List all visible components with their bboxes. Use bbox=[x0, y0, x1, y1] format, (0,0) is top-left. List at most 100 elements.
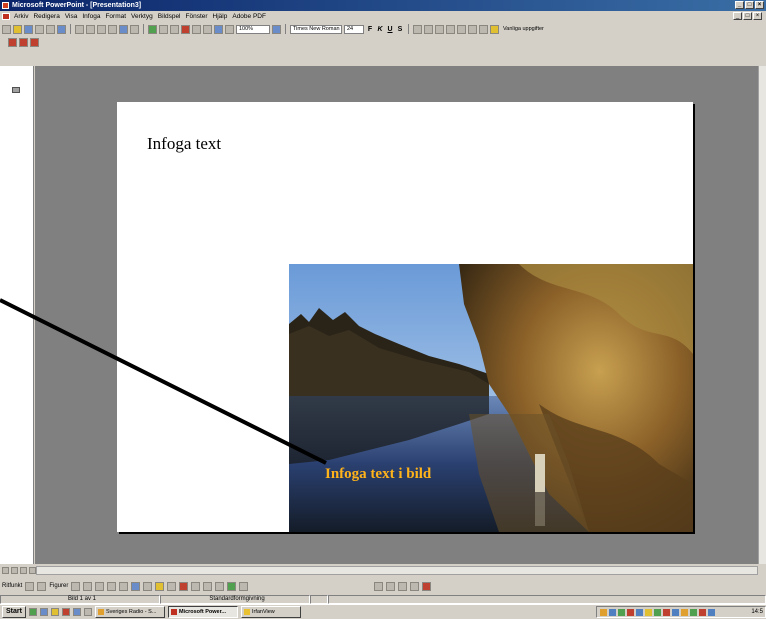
common-tasks-button[interactable]: Vanliga uppgifter bbox=[503, 26, 544, 32]
slide-thumbnail-icon[interactable] bbox=[12, 87, 20, 93]
paste-icon[interactable] bbox=[97, 24, 106, 34]
quicklaunch-word-icon[interactable] bbox=[72, 608, 81, 616]
menu-infoga[interactable]: Infoga bbox=[82, 13, 100, 20]
slide-view-icon[interactable] bbox=[20, 567, 27, 574]
bullets-icon[interactable] bbox=[457, 24, 466, 34]
format-painter-icon[interactable] bbox=[108, 24, 117, 34]
shadow-button[interactable]: S bbox=[396, 26, 404, 33]
tray-icon[interactable] bbox=[654, 608, 661, 616]
doc-close-button[interactable]: × bbox=[753, 12, 762, 20]
reviewing-icon-1[interactable] bbox=[374, 581, 384, 591]
new-slide-icon[interactable] bbox=[192, 24, 201, 34]
pdf-email-icon[interactable] bbox=[19, 38, 28, 47]
maximize-button[interactable]: □ bbox=[745, 1, 754, 9]
align-left-icon[interactable] bbox=[413, 24, 422, 34]
slide[interactable]: Infoga text Infoga text i bild bbox=[117, 102, 693, 532]
doc-minimize-button[interactable]: _ bbox=[733, 12, 742, 20]
pdf-review-icon[interactable] bbox=[30, 38, 39, 47]
horizontal-scrollbar[interactable] bbox=[36, 566, 758, 575]
tray-icon[interactable] bbox=[600, 608, 607, 616]
save-icon[interactable] bbox=[24, 24, 33, 34]
slide-title-text[interactable]: Infoga text bbox=[147, 134, 221, 154]
numbering-icon[interactable] bbox=[446, 24, 455, 34]
clock[interactable]: 14:5 bbox=[751, 609, 765, 615]
task-powerpoint[interactable]: Microsoft Power... bbox=[167, 606, 238, 618]
chart-icon[interactable] bbox=[181, 24, 190, 34]
line-color-icon[interactable] bbox=[167, 581, 177, 591]
reviewing-icon-2[interactable] bbox=[386, 581, 396, 591]
tray-icon[interactable] bbox=[663, 608, 670, 616]
line-icon[interactable] bbox=[71, 581, 81, 591]
minimize-button[interactable]: _ bbox=[735, 1, 744, 9]
dash-style-icon[interactable] bbox=[203, 581, 213, 591]
menu-format[interactable]: Format bbox=[105, 13, 126, 20]
help-icon[interactable] bbox=[272, 24, 281, 34]
fill-color-icon[interactable] bbox=[155, 581, 165, 591]
oval-icon[interactable] bbox=[107, 581, 117, 591]
task-sveriges-radio[interactable]: Sveriges Radio - S... bbox=[94, 606, 165, 618]
menu-visa[interactable]: Visa bbox=[65, 13, 78, 20]
textbox-icon[interactable] bbox=[119, 581, 129, 591]
tray-icon[interactable] bbox=[681, 608, 688, 616]
align-center-icon[interactable] bbox=[424, 24, 433, 34]
menu-verktyg[interactable]: Verktyg bbox=[131, 13, 153, 20]
expand-all-icon[interactable] bbox=[203, 24, 212, 34]
sorter-view-icon[interactable] bbox=[29, 567, 36, 574]
tasks-icon[interactable] bbox=[490, 24, 499, 34]
underline-button[interactable]: U bbox=[386, 26, 394, 33]
font-select[interactable]: Times New Roman bbox=[290, 24, 342, 34]
font-size-select[interactable]: 24 bbox=[344, 24, 364, 34]
redo-icon[interactable] bbox=[130, 24, 139, 34]
font-color-icon[interactable] bbox=[179, 581, 189, 591]
tray-icon[interactable] bbox=[672, 608, 679, 616]
insert-table-icon[interactable] bbox=[170, 24, 179, 34]
quicklaunch-outlook-icon[interactable] bbox=[50, 608, 59, 616]
reviewing-icon-4[interactable] bbox=[410, 581, 420, 591]
align-right-icon[interactable] bbox=[435, 24, 444, 34]
spelling-status-icon[interactable] bbox=[310, 594, 328, 604]
tray-icon[interactable] bbox=[636, 608, 643, 616]
3d-style-icon[interactable] bbox=[239, 581, 249, 591]
quicklaunch-misc-icon[interactable] bbox=[83, 608, 92, 616]
document-icon[interactable] bbox=[2, 13, 10, 20]
quicklaunch-desktop-icon[interactable] bbox=[39, 608, 48, 616]
start-button[interactable]: Start bbox=[2, 606, 26, 618]
draw-menu-button[interactable]: Ritfunkt bbox=[2, 583, 22, 589]
outline-view-icon[interactable] bbox=[11, 567, 18, 574]
normal-view-icon[interactable] bbox=[2, 567, 9, 574]
wordart-icon[interactable] bbox=[131, 581, 141, 591]
tray-icon[interactable] bbox=[618, 608, 625, 616]
new-icon[interactable] bbox=[2, 24, 11, 34]
clipart-icon[interactable] bbox=[143, 581, 153, 591]
menu-arkiv[interactable]: Arkiv bbox=[14, 13, 28, 20]
cut-icon[interactable] bbox=[75, 24, 84, 34]
tray-icon[interactable] bbox=[627, 608, 634, 616]
increase-font-icon[interactable] bbox=[468, 24, 477, 34]
open-icon[interactable] bbox=[13, 24, 22, 34]
shadow-style-icon[interactable] bbox=[227, 581, 237, 591]
doc-restore-button[interactable]: □ bbox=[743, 12, 752, 20]
undo-icon[interactable] bbox=[119, 24, 128, 34]
menu-adobe-pdf[interactable]: Adobe PDF bbox=[232, 13, 266, 20]
menu-hjalp[interactable]: Hjälp bbox=[213, 13, 228, 20]
tray-icon[interactable] bbox=[645, 608, 652, 616]
email-icon[interactable] bbox=[35, 24, 44, 34]
quicklaunch-media-icon[interactable] bbox=[61, 608, 70, 616]
quicklaunch-ie-icon[interactable] bbox=[28, 608, 37, 616]
line-style-icon[interactable] bbox=[191, 581, 201, 591]
menu-fonster[interactable]: Fönster bbox=[186, 13, 208, 20]
arrow-icon[interactable] bbox=[83, 581, 93, 591]
reviewing-icon-3[interactable] bbox=[398, 581, 408, 591]
close-button[interactable]: × bbox=[755, 1, 764, 9]
tray-icon[interactable] bbox=[708, 608, 715, 616]
decrease-font-icon[interactable] bbox=[479, 24, 488, 34]
zoom-select[interactable]: 100% bbox=[236, 24, 270, 34]
powerpoint-icon[interactable] bbox=[2, 2, 9, 9]
lake-photo[interactable]: Infoga text i bild bbox=[289, 264, 693, 532]
rotate-icon[interactable] bbox=[37, 581, 47, 591]
pdf-icon[interactable] bbox=[8, 38, 17, 47]
tray-icon[interactable] bbox=[699, 608, 706, 616]
print-icon[interactable] bbox=[46, 24, 55, 34]
vertical-scrollbar[interactable] bbox=[758, 66, 766, 564]
rectangle-icon[interactable] bbox=[95, 581, 105, 591]
